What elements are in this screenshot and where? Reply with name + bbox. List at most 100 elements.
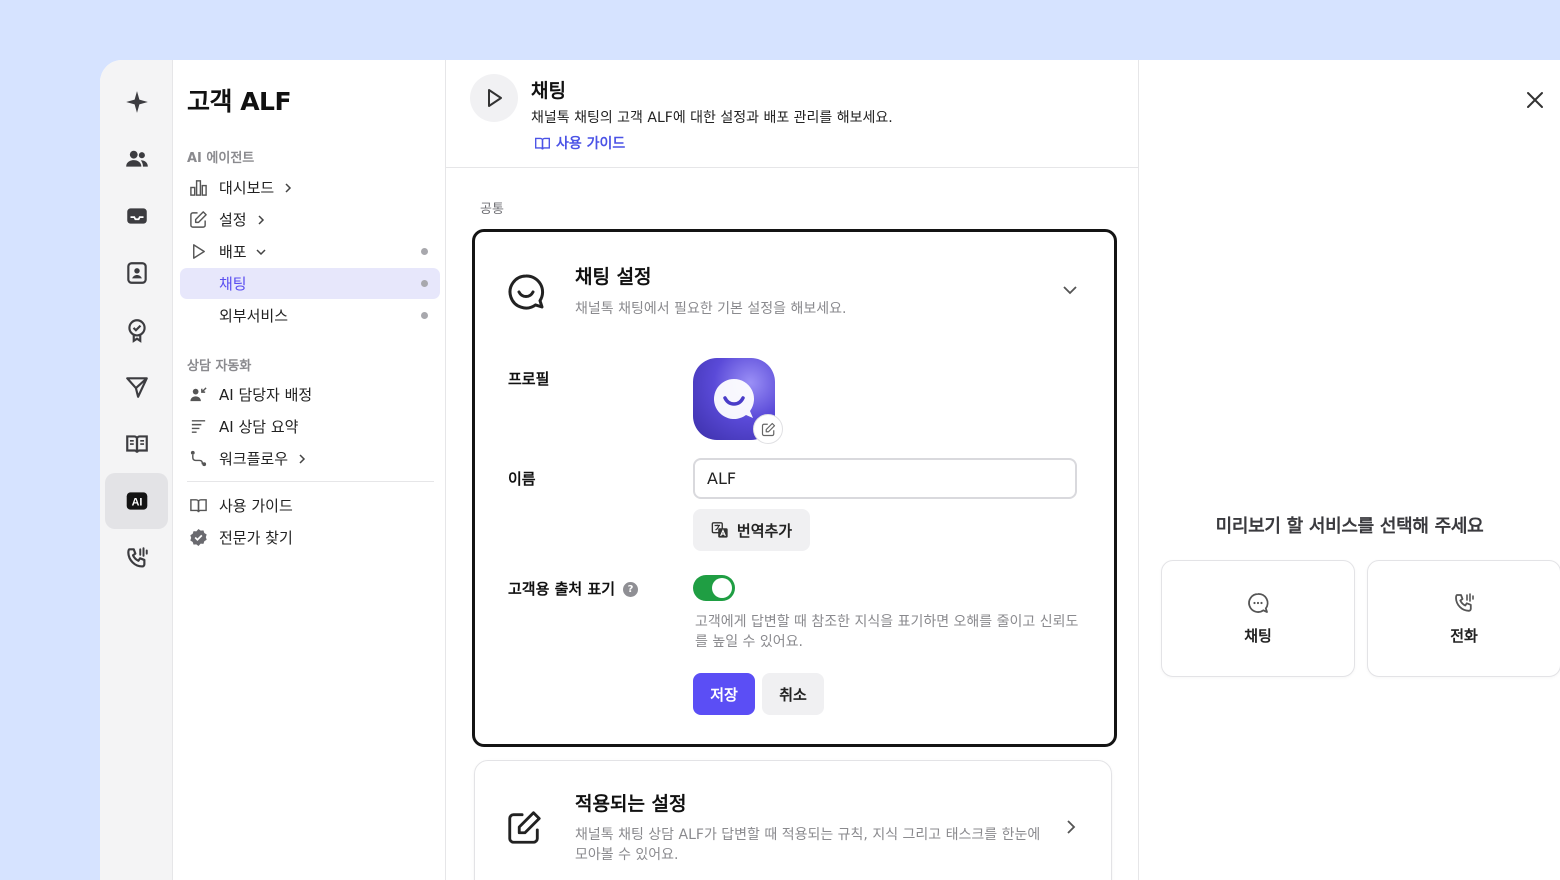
nav-item-guide[interactable]: 사용 가이드 xyxy=(180,490,440,521)
cancel-button[interactable]: 취소 xyxy=(762,673,824,715)
applied-settings-card[interactable]: 적용되는 설정 채널톡 채팅 상담 ALF가 답변할 때 적용되는 규칙, 지식… xyxy=(474,760,1112,880)
avatar-edit-button[interactable] xyxy=(753,414,783,444)
nav-panel: 고객 ALF AI 에이전트 대시보드 설정 배포 채팅 외부서비스 상담 자동… xyxy=(173,60,446,880)
users-icon xyxy=(125,150,148,167)
nav-item-label: 채팅 xyxy=(219,275,247,293)
nav-item-label: 전문가 찾기 xyxy=(219,529,293,547)
rail-ai-button[interactable]: AI xyxy=(105,473,168,529)
source-label-row: 고객용 출처 표기? xyxy=(508,578,639,599)
edit-icon xyxy=(188,210,208,230)
rail-book-button[interactable] xyxy=(105,416,168,472)
book-open-icon xyxy=(535,137,550,150)
badge-check-icon xyxy=(127,319,146,343)
close-icon[interactable] xyxy=(1523,88,1547,112)
nav-item-workflow[interactable]: 워크플로우 xyxy=(180,443,440,474)
sparkle-icon xyxy=(125,91,148,113)
phone-icon xyxy=(126,547,148,568)
play-icon xyxy=(188,242,208,262)
add-translation-label: 번역추가 xyxy=(736,521,793,540)
phone-icon xyxy=(1455,593,1474,612)
preview-service-chat[interactable]: 채팅 xyxy=(1161,560,1355,677)
alf-logo-icon xyxy=(714,379,754,419)
status-dot xyxy=(421,280,428,287)
nav-item-chatting[interactable]: 채팅 xyxy=(180,268,440,299)
nav-item-dashboard[interactable]: 대시보드 xyxy=(180,172,440,203)
nav-item-label: 사용 가이드 xyxy=(219,497,293,515)
rail-inbox-button[interactable] xyxy=(105,188,168,244)
chat-settings-title: 채팅 설정 xyxy=(575,266,652,288)
nav-title: 고객 ALF xyxy=(187,87,292,116)
rail-send-button[interactable] xyxy=(105,359,168,415)
chat-bubble-icon xyxy=(1248,593,1269,613)
source-toggle[interactable] xyxy=(693,575,735,601)
chat-settings-description: 채널톡 채팅에서 필요한 기본 설정을 해보세요. xyxy=(575,301,847,317)
preview-service-label: 채팅 xyxy=(1244,627,1272,645)
nav-item-external[interactable]: 외부서비스 xyxy=(180,300,440,331)
applied-settings-description: 채널톡 채팅 상담 ALF가 답변할 때 적용되는 규칙, 지식 그리고 태스크… xyxy=(575,827,1041,863)
nav-item-label: 대시보드 xyxy=(219,179,275,197)
source-label: 고객용 출처 표기 xyxy=(508,580,616,598)
nav-item-label: 워크플로우 xyxy=(219,450,289,468)
nav-item-settings[interactable]: 설정 xyxy=(180,204,440,235)
nav-item-ai-summary[interactable]: AI 상담 요약 xyxy=(180,411,440,442)
rail-badge-button[interactable] xyxy=(105,302,168,358)
preview-service-phone[interactable]: 전화 xyxy=(1367,560,1560,677)
status-dot xyxy=(421,248,428,255)
preview-title: 미리보기 할 서비스를 선택해 주세요 xyxy=(1215,516,1484,537)
book-open-icon xyxy=(188,496,208,516)
page-header: 채팅 채널톡 채팅의 고객 ALF에 대한 설정과 배포 관리를 해보세요. 사… xyxy=(446,60,1139,168)
workflow-icon xyxy=(188,449,208,469)
rail-users-button[interactable] xyxy=(105,131,168,187)
chevron-right-icon xyxy=(255,214,267,226)
help-icon[interactable]: ? xyxy=(623,582,639,597)
chevron-down-icon[interactable] xyxy=(1060,280,1080,300)
contact-card-icon xyxy=(126,262,147,284)
nav-item-label: 외부서비스 xyxy=(219,307,289,325)
chat-bubble-icon xyxy=(508,274,545,310)
source-description: 고객에게 답변할 때 참조한 지식을 표기하면 오해를 줄이고 신뢰도를 높일 … xyxy=(695,614,1079,650)
icon-rail: AI xyxy=(100,60,173,880)
header-play-icon xyxy=(470,74,518,122)
rail-phone-button[interactable] xyxy=(105,530,168,586)
verified-badge-icon xyxy=(188,528,208,548)
page-description: 채널톡 채팅의 고객 ALF에 대한 설정과 배포 관리를 해보세요. xyxy=(531,110,893,126)
edit-icon xyxy=(761,422,775,436)
send-icon xyxy=(125,377,148,398)
toggle-knob xyxy=(712,578,732,598)
chevron-right-icon xyxy=(282,182,294,194)
nav-section-automation: 상담 자동화 xyxy=(187,359,252,374)
name-label: 이름 xyxy=(508,470,536,488)
guide-link-label: 사용 가이드 xyxy=(556,136,626,152)
bar-chart-icon xyxy=(188,178,208,198)
name-input[interactable] xyxy=(693,458,1077,499)
nav-item-label: 배포 xyxy=(219,243,247,261)
chevron-right-icon xyxy=(296,453,308,465)
nav-divider xyxy=(187,481,434,482)
preview-panel: 미리보기 할 서비스를 선택해 주세요 채팅 전화 xyxy=(1139,60,1560,880)
profile-label: 프로필 xyxy=(508,370,550,388)
app-window: AI 고객 ALF AI 에이전트 대시보드 설정 배포 채팅 외부서비스 상담… xyxy=(100,60,1560,880)
nav-section-agent: AI 에이전트 xyxy=(187,151,255,166)
nav-item-expert[interactable]: 전문가 찾기 xyxy=(180,522,440,553)
nav-item-label: AI 담당자 배정 xyxy=(219,386,313,404)
chat-settings-card: 채팅 설정 채널톡 채팅에서 필요한 기본 설정을 해보세요. 프로필 이름 번… xyxy=(472,229,1117,747)
ai-icon: AI xyxy=(126,492,147,510)
svg-text:AI: AI xyxy=(131,497,142,509)
nav-item-deploy[interactable]: 배포 xyxy=(180,236,440,267)
applied-settings-title: 적용되는 설정 xyxy=(575,793,687,815)
add-translation-button[interactable]: 번역추가 xyxy=(693,509,810,551)
rail-contacts-button[interactable] xyxy=(105,245,168,301)
text-lines-icon xyxy=(188,417,208,437)
save-button[interactable]: 저장 xyxy=(693,673,755,715)
guide-link[interactable]: 사용 가이드 xyxy=(534,133,625,153)
edit-icon xyxy=(508,811,541,844)
nav-item-ai-assign[interactable]: AI 담당자 배정 xyxy=(180,379,440,410)
section-label-common: 공통 xyxy=(480,202,504,217)
book-icon xyxy=(125,435,148,453)
preview-service-label: 전화 xyxy=(1450,627,1478,645)
nav-item-label: AI 상담 요약 xyxy=(219,418,299,436)
rail-sparkle-button[interactable] xyxy=(105,74,168,130)
main-content: 채팅 채널톡 채팅의 고객 ALF에 대한 설정과 배포 관리를 해보세요. 사… xyxy=(446,60,1139,880)
inbox-icon xyxy=(126,208,147,224)
chevron-down-icon xyxy=(255,246,267,258)
